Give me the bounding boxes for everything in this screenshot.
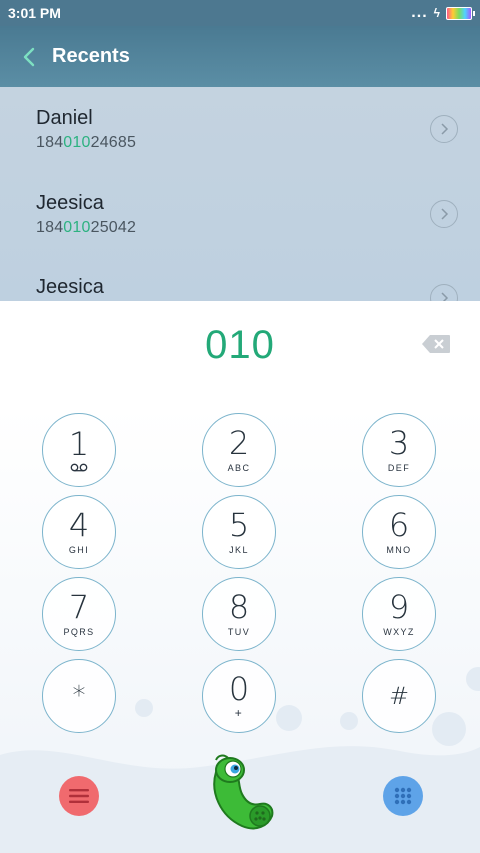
key-3[interactable]: 3 DEF bbox=[362, 413, 436, 487]
dial-display: 010 bbox=[0, 301, 480, 408]
key-4[interactable]: 4 GHI bbox=[42, 495, 116, 569]
key-9[interactable]: 9 WXYZ bbox=[362, 577, 436, 651]
key-8[interactable]: 8 TUV bbox=[202, 577, 276, 651]
signal-dots-icon: ... bbox=[411, 4, 428, 21]
decor-bubble bbox=[340, 712, 358, 730]
key-0[interactable]: 0 + bbox=[202, 659, 276, 733]
status-icons: ... ϟ bbox=[411, 4, 475, 21]
status-time: 3:01 PM bbox=[8, 5, 61, 21]
recent-item[interactable]: Daniel 18401024685 bbox=[0, 87, 480, 172]
recent-item[interactable]: Jeesica bbox=[0, 256, 480, 301]
backspace-icon[interactable] bbox=[421, 334, 451, 354]
page-title: Recents bbox=[52, 45, 130, 67]
dialed-digits: 010 bbox=[205, 323, 275, 367]
chevron-right-icon[interactable] bbox=[430, 200, 458, 228]
decor-bubble bbox=[466, 667, 480, 691]
chevron-right-icon[interactable] bbox=[430, 115, 458, 143]
decor-bubble bbox=[276, 705, 302, 731]
decor-bubble bbox=[135, 699, 153, 717]
chevron-left-icon[interactable] bbox=[18, 46, 40, 68]
recents-list: Daniel 18401024685 Jeesica 18401025042 J… bbox=[0, 87, 480, 301]
phone-mascot-icon bbox=[213, 754, 274, 830]
voicemail-icon bbox=[70, 463, 88, 472]
key-2[interactable]: 2 ABC bbox=[202, 413, 276, 487]
key-7[interactable]: 7 PQRS bbox=[42, 577, 116, 651]
key-1[interactable]: 1 bbox=[42, 413, 116, 487]
contact-number: 18401024685 bbox=[36, 134, 137, 151]
key-5[interactable]: 5 JKL bbox=[202, 495, 276, 569]
contact-name: Jeesica bbox=[36, 192, 104, 214]
keypad-grid-icon bbox=[394, 787, 412, 805]
menu-button[interactable] bbox=[59, 776, 99, 816]
chevron-right-icon[interactable] bbox=[430, 284, 458, 301]
status-bar: 3:01 PM ... ϟ bbox=[0, 0, 480, 26]
app-header: Recents bbox=[0, 26, 480, 87]
keypad-toggle-button[interactable] bbox=[383, 776, 423, 816]
call-button[interactable] bbox=[202, 752, 278, 834]
charging-icon: ϟ bbox=[433, 6, 440, 20]
contact-name: Daniel bbox=[36, 107, 93, 129]
contact-number: 18401025042 bbox=[36, 219, 137, 236]
key-hash[interactable]: # bbox=[362, 659, 436, 733]
menu-icon bbox=[69, 789, 89, 803]
key-star[interactable]: * bbox=[42, 659, 116, 733]
battery-icon bbox=[446, 6, 475, 20]
key-6[interactable]: 6 MNO bbox=[362, 495, 436, 569]
contact-name: Jeesica bbox=[36, 276, 104, 298]
keypad: 1 2 ABC 3 DEF 4 GHI 5 JKL 6 MNO 7 PQRS 8 TUV 9W… bbox=[0, 407, 480, 853]
recent-item[interactable]: Jeesica 18401025042 bbox=[0, 172, 480, 257]
